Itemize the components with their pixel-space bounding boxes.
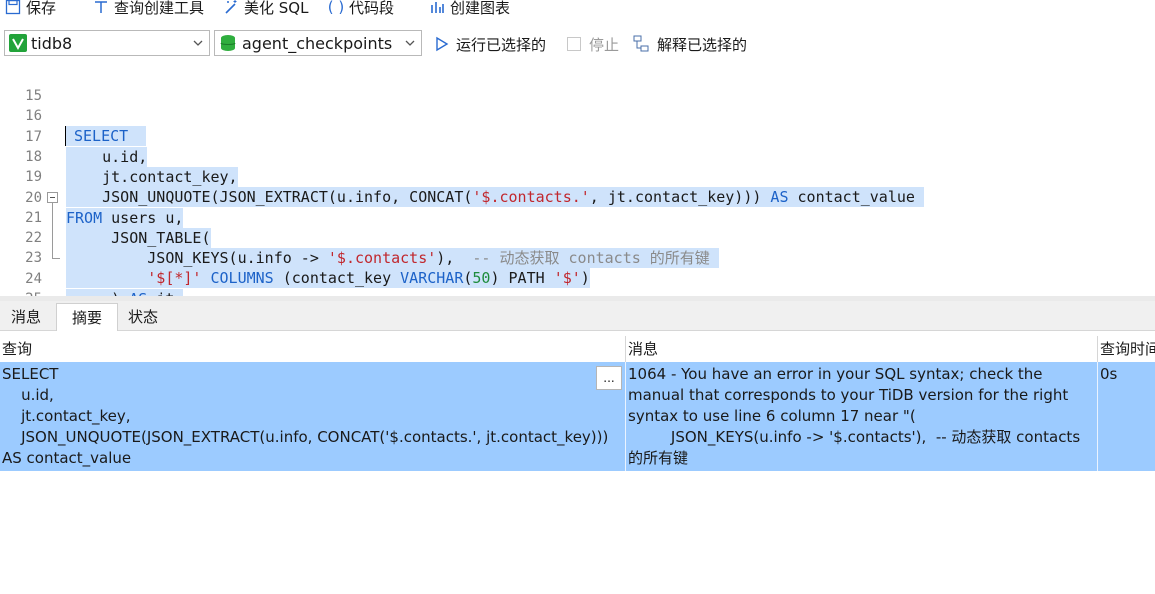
time-cell[interactable]: 0s	[1098, 362, 1155, 471]
column-header-query[interactable]: 查询	[0, 336, 626, 362]
message-cell[interactable]: 1064 - You have an error in your SQL syn…	[626, 362, 1098, 471]
code-snippet-button[interactable]: ( ) 代码段	[327, 0, 394, 18]
fold-toggle-icon[interactable]	[47, 192, 58, 203]
editor-line: 22 JSON_KEYS(u.info -> '$.contacts'), --…	[0, 208, 1155, 269]
editor-line: 18 jt.contact_key,	[25, 148, 238, 187]
editor-line: 20 FROM users u,	[25, 189, 184, 228]
database-select[interactable]: agent_checkpoints	[214, 30, 422, 56]
column-header-message[interactable]: 消息	[626, 336, 1098, 362]
explain-selected-button[interactable]: 解释已选择的	[633, 32, 747, 56]
editor-line: 15	[25, 88, 42, 104]
tab-summary[interactable]: 摘要	[56, 303, 118, 331]
editor-line: 23 '$[*]' COLUMNS (contact_key VARCHAR(5…	[25, 250, 590, 289]
editor-line: 19 JSON_UNQUOTE(JSON_EXTRACT(u.info, CON…	[25, 169, 924, 208]
stop-icon	[567, 37, 581, 51]
connection-toolbar: tidb8 agent_checkpoints 运行已选择的 停止 解释已选择的	[0, 28, 1155, 60]
column-header-time[interactable]: 查询时间	[1098, 336, 1155, 362]
tab-messages[interactable]: 消息	[0, 303, 52, 330]
editor-line: 16 SELECT	[0, 86, 1155, 147]
create-chart-button[interactable]: 创建图表	[428, 0, 510, 18]
main-toolbar: 保存 查询创建工具 美化 SQL ( ) 代码段 创建图表	[0, 0, 1155, 24]
expand-ellipsis-button[interactable]: ...	[596, 366, 622, 390]
query-cell[interactable]: SELECT u.id, jt.contact_key, JSON_UNQUOT…	[0, 362, 626, 471]
beautify-sql-button[interactable]: 美化 SQL	[222, 0, 308, 18]
run-selected-button[interactable]: 运行已选择的	[434, 32, 546, 56]
editor-line: 25	[0, 269, 1155, 296]
save-button[interactable]: 保存	[4, 0, 56, 18]
server-icon	[9, 34, 27, 52]
chart-icon	[428, 0, 446, 16]
magic-wand-icon	[222, 0, 240, 16]
editor-line: 21 JSON_TABLE(	[25, 209, 211, 248]
stop-button[interactable]: 停止	[567, 32, 619, 56]
explain-icon	[633, 35, 649, 52]
play-icon	[436, 36, 449, 52]
chevron-down-icon	[405, 40, 415, 46]
query-builder-button[interactable]: 查询创建工具	[92, 0, 204, 18]
tab-status[interactable]: 状态	[116, 303, 170, 330]
result-tabs: 消息 摘要 状态	[0, 301, 1155, 331]
editor-line: 17 u.id,	[25, 128, 148, 167]
table-row[interactable]: SELECT u.id, jt.contact_key, JSON_UNQUOT…	[0, 362, 1155, 471]
parentheses-icon: ( )	[327, 0, 345, 16]
save-icon	[4, 0, 22, 16]
database-icon	[220, 34, 236, 52]
editor-line: 24 ) AS jt;	[0, 249, 1155, 296]
chevron-down-icon	[193, 40, 203, 46]
server-select[interactable]: tidb8	[4, 30, 210, 56]
sql-editor[interactable]: 15 16 SELECT 17 u.id, 18 jt.contact_key,…	[0, 66, 1155, 296]
query-builder-icon	[92, 0, 110, 16]
